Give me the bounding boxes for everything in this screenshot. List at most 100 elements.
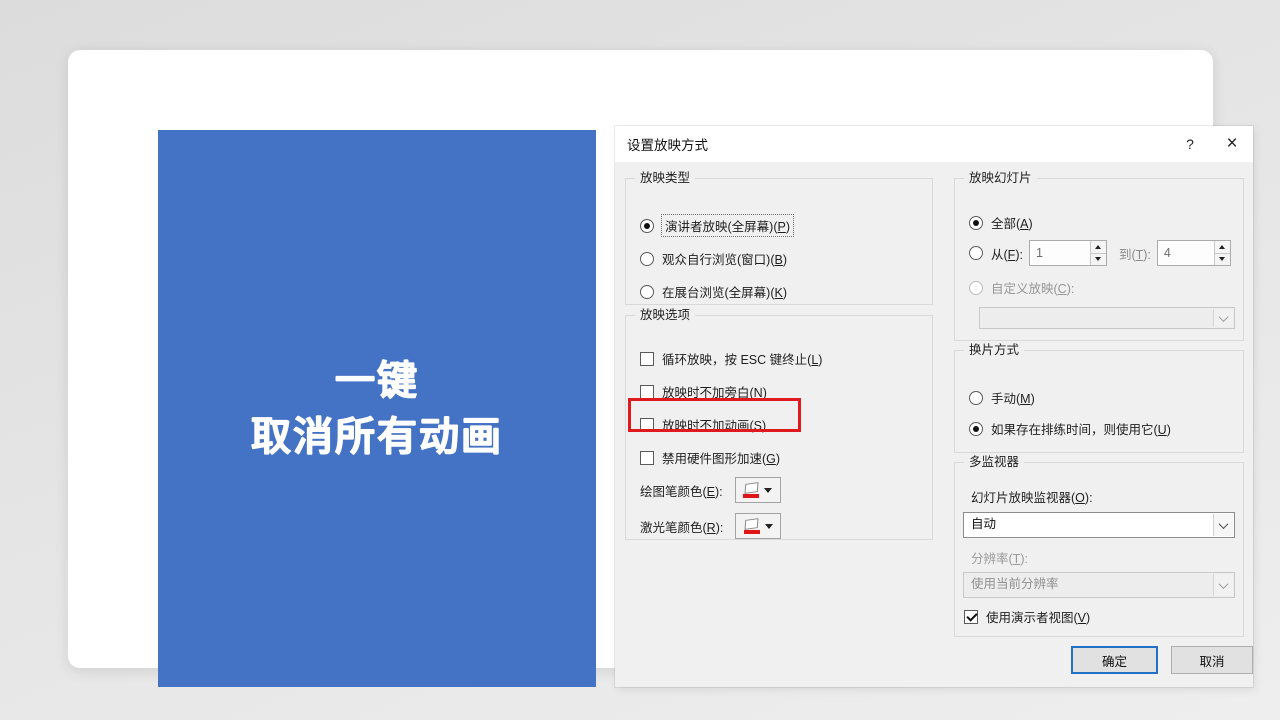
resolution-value: 使用当前分辨率 [964,572,1083,591]
radio-row-custom-show[interactable]: 自定义放映(C): [955,278,1243,297]
checkbox-row-presenter-view[interactable]: 使用演示者视图(V) [955,607,1243,626]
radio-row-use-timings[interactable]: 如果存在排练时间，则使用它(U) [955,419,1243,438]
combo-arrow-button[interactable] [1213,514,1233,536]
checkbox-unchecked[interactable] [640,451,654,465]
group-advance-slides-legend: 换片方式 [964,342,1024,359]
checkbox-unchecked[interactable] [640,385,654,399]
radio-unselected[interactable] [969,391,983,405]
monitor-label: 幻灯片放映监视器(O): [971,487,1093,506]
radio-row-presented-by-speaker[interactable]: 演讲者放映(全屏幕)(P) [626,215,932,236]
spin-up-button[interactable] [1215,241,1230,253]
custom-show-combo-wrap [979,307,1235,329]
from-label: 从(F): [991,244,1023,263]
radio-row-browsed-at-kiosk[interactable]: 在展台浏览(全屏幕)(K) [626,282,932,301]
radio-from-slide[interactable] [969,246,983,260]
resolution-combo-wrap: 使用当前分辨率 [963,572,1235,598]
group-multiple-monitors-legend: 多监视器 [964,454,1024,471]
laser-color-row: 激光笔颜色(R): [626,513,932,539]
combo-arrow-button [1213,309,1233,327]
radio-unselected[interactable] [640,285,654,299]
spin-up-button[interactable] [1091,241,1106,253]
paint-bucket-icon [743,483,759,498]
slide-preview: 一键 取消所有动画 [158,130,596,687]
slide-title-line1: 一键 [335,353,419,409]
group-show-slides-legend: 放映幻灯片 [964,170,1037,187]
group-show-options: 放映选项 循环放映，按 ESC 键终止(L) 放映时不加旁白(N) 放映时不加动… [625,315,933,540]
group-show-type-legend: 放映类型 [635,170,695,187]
custom-show-value [980,303,1011,322]
checkbox-row-loop[interactable]: 循环放映，按 ESC 键终止(L) [626,349,932,368]
paint-bucket-icon [744,519,760,534]
chevron-down-icon [1219,579,1229,589]
monitor-combo-wrap: 自动 [963,512,1235,538]
setup-show-dialog: 设置放映方式 ? × 放映类型 演讲者放映(全屏幕)(P) 观众自行浏览(窗口)… [615,126,1253,687]
help-icon[interactable]: ? [1169,126,1211,162]
group-multiple-monitors: 多监视器 幻灯片放映监视器(O): 自动 分辨率(T): 使用当前分辨率 [954,462,1244,637]
radio-label: 在展台浏览(全屏幕)(K) [662,282,787,301]
from-slide-value[interactable]: 1 [1030,241,1090,265]
radio-label: 观众自行浏览(窗口)(B) [662,249,787,268]
group-show-options-legend: 放映选项 [635,307,695,324]
arrow-down-icon [1219,257,1225,261]
dropdown-arrow-icon [765,524,773,529]
group-show-slides: 放映幻灯片 全部(A) 从(F): 1 到(T): [954,178,1244,341]
resolution-combobox: 使用当前分辨率 [963,572,1235,598]
group-show-type: 放映类型 演讲者放映(全屏幕)(P) 观众自行浏览(窗口)(B) 在展台浏览(全… [625,178,933,305]
pen-color-label: 绘图笔颜色(E): [640,481,723,500]
spin-down-button[interactable] [1215,253,1230,266]
to-label: 到(T): [1119,244,1151,263]
close-icon[interactable]: × [1211,126,1253,162]
monitor-combobox[interactable]: 自动 [963,512,1235,538]
arrow-down-icon [1095,257,1101,261]
chevron-down-icon [1219,312,1229,322]
pen-color-dropdown[interactable] [735,477,781,503]
spinner-buttons [1090,241,1106,265]
combo-arrow-button [1213,574,1233,596]
slide-title-line2: 取消所有动画 [251,409,503,465]
dialog-title: 设置放映方式 [615,134,708,154]
radio-row-all-slides[interactable]: 全部(A) [955,213,1243,232]
radio-label: 全部(A) [991,213,1033,232]
radio-label: 自定义放映(C): [991,278,1074,297]
resolution-label-row: 分辨率(T): [955,548,1243,567]
pen-color-row: 绘图笔颜色(E): [626,477,932,503]
checkbox-label: 使用演示者视图(V) [986,607,1090,626]
spinner-buttons [1214,241,1230,265]
radio-selected[interactable] [640,219,654,233]
checkbox-label: 禁用硬件图形加速(G) [662,448,780,467]
chevron-down-icon [1219,519,1229,529]
checkbox-row-no-narration[interactable]: 放映时不加旁白(N) [626,382,932,401]
radio-label: 手动(M) [991,388,1035,407]
laser-color-dropdown[interactable] [735,513,781,539]
radio-row-manual[interactable]: 手动(M) [955,388,1243,407]
checkbox-checked[interactable] [964,610,978,624]
ok-button[interactable]: 确定 [1071,646,1158,674]
checkbox-label: 循环放映，按 ESC 键终止(L) [662,349,822,368]
custom-show-combobox [979,307,1235,329]
monitor-value: 自动 [964,512,1020,531]
to-slide-value[interactable]: 4 [1158,241,1214,265]
radio-unselected[interactable] [640,252,654,266]
radio-selected[interactable] [969,216,983,230]
to-slide-spinner[interactable]: 4 [1157,240,1231,266]
radio-label: 演讲者放映(全屏幕)(P) [662,215,793,236]
radio-label: 如果存在排练时间，则使用它(U) [991,419,1171,438]
checkbox-label: 放映时不加动画(S) [662,415,766,434]
checkbox-unchecked[interactable] [640,418,654,432]
radio-row-browsed-by-individual[interactable]: 观众自行浏览(窗口)(B) [626,249,932,268]
arrow-up-icon [1219,245,1225,249]
radio-disabled [969,281,983,295]
content-card: 一键 取消所有动画 设置放映方式 ? × 放映类型 演讲者放映(全屏幕)(P) … [68,50,1213,668]
radio-selected[interactable] [969,422,983,436]
checkbox-row-disable-hardware-acceleration[interactable]: 禁用硬件图形加速(G) [626,448,932,467]
dialog-titlebar: 设置放映方式 ? × [615,126,1253,162]
checkbox-unchecked[interactable] [640,352,654,366]
group-advance-slides: 换片方式 手动(M) 如果存在排练时间，则使用它(U) [954,350,1244,453]
spin-down-button[interactable] [1091,253,1106,266]
from-slide-spinner[interactable]: 1 [1029,240,1107,266]
laser-color-label: 激光笔颜色(R): [640,517,723,536]
cancel-button[interactable]: 取消 [1171,646,1253,674]
checkbox-row-no-animation[interactable]: 放映时不加动画(S) [626,415,932,434]
checkbox-label: 放映时不加旁白(N) [662,382,767,401]
dropdown-arrow-icon [764,488,772,493]
